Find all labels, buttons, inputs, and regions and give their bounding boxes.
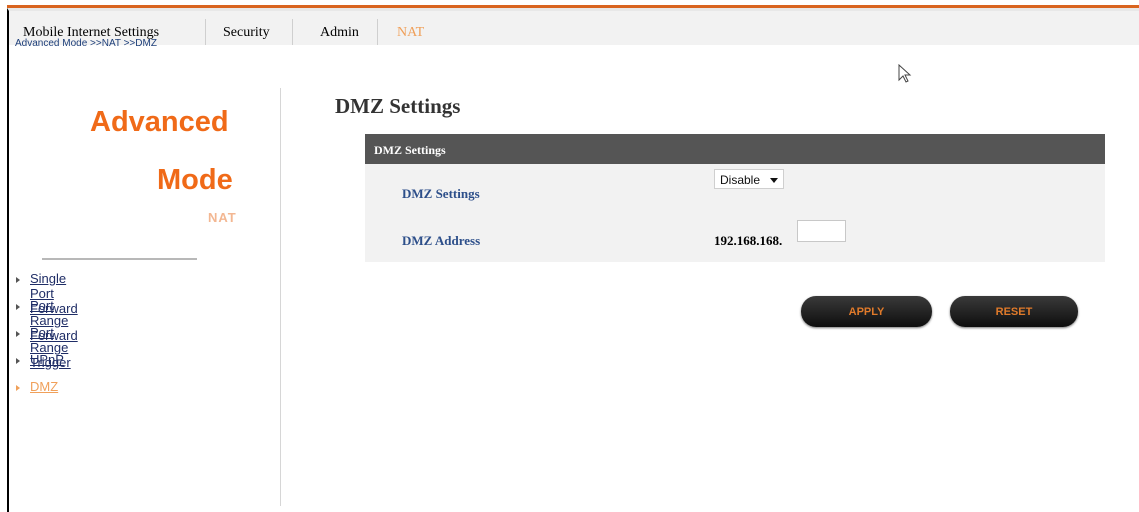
vertical-divider [280,88,281,506]
dmz-address-label: DMZ Address [402,233,481,248]
bullet-arrow-icon [16,304,20,310]
select-value: Disable [720,173,761,187]
nav-admin[interactable]: Admin [320,25,359,41]
menu-link[interactable]: UPnP [30,352,64,367]
panel-header: DMZ Settings [365,134,1105,164]
mouse-pointer-icon [898,64,912,83]
mode-title: Mode [157,164,233,196]
apply-button[interactable]: APPLY [801,296,932,327]
dmz-settings-label: DMZ Settings [402,186,480,201]
nav-separator [292,19,293,45]
breadcrumb: Advanced Mode >>NAT >>DMZ [15,38,157,49]
dmz-address-input[interactable] [797,220,846,242]
bullet-arrow-icon [16,358,20,364]
apply-button-label: APPLY [848,306,885,318]
menu-link[interactable]: DMZ [30,379,58,394]
chevron-down-icon [770,178,778,183]
reset-button-label: RESET [995,306,1033,318]
bullet-arrow-icon [16,277,20,283]
bullet-arrow-icon [16,385,20,391]
nav-separator [377,19,378,45]
advanced-title: Advanced [90,106,229,138]
dmz-settings-select[interactable]: Disable [714,169,784,189]
left-divider [42,258,197,260]
page-title: DMZ Settings [335,94,461,118]
nav-security[interactable]: Security [223,25,270,41]
panel-header-label: DMZ Settings [374,143,446,157]
nav-nat[interactable]: NAT [397,25,424,41]
bullet-arrow-icon [16,331,20,337]
section-label: NAT [208,210,237,225]
dmz-address-prefix: 192.168.168. [714,233,783,248]
reset-button[interactable]: RESET [950,296,1078,327]
nav-separator [205,19,206,45]
top-nav: Mobile Internet Settings Security Admin … [9,11,1139,45]
